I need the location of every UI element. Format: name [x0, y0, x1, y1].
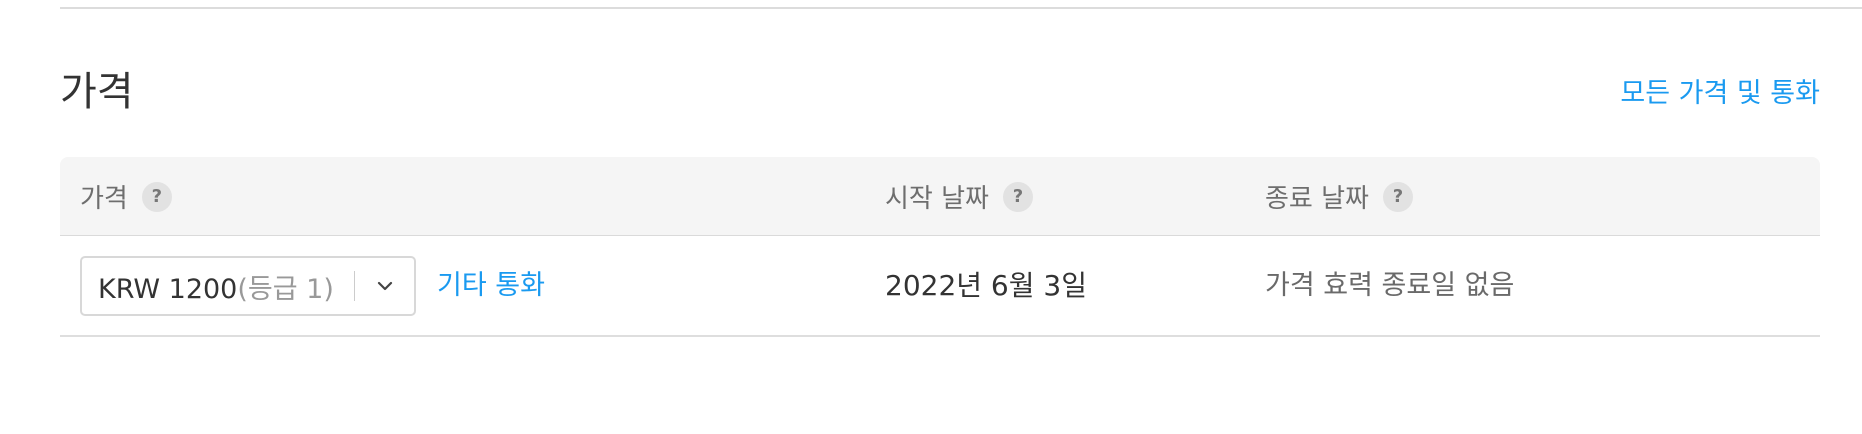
price-select-value: KRW 1200(등급 1) — [82, 267, 354, 306]
start-date-value: 2022년 6월 3일 — [885, 269, 1087, 302]
column-header-price-label: 가격 — [80, 184, 128, 214]
all-prices-and-currencies-link[interactable]: 모든 가격 및 통화 — [1620, 74, 1820, 114]
pricing-page: 가격 모든 가격 및 통화 가격 ? 시작 날짜 ? 종료 날짜 ? KRW 1… — [0, 0, 1862, 434]
column-header-price: 가격 ? — [80, 157, 172, 236]
column-header-start-date: 시작 날짜 ? — [885, 157, 1033, 236]
column-header-start-date-label: 시작 날짜 — [885, 184, 989, 214]
column-header-end-date: 종료 날짜 ? — [1265, 157, 1413, 236]
price-tier: (등급 1) — [237, 273, 334, 305]
end-date-value: 가격 효력 종료일 없음 — [1265, 270, 1515, 301]
section-title: 가격 — [60, 69, 134, 115]
price-select[interactable]: KRW 1200(등급 1) — [80, 256, 416, 316]
table-row: KRW 1200(등급 1) 기타 통화 2022년 6월 3일 가격 효력 종… — [60, 236, 1820, 337]
price-schedule-table: 가격 ? 시작 날짜 ? 종료 날짜 ? KRW 1200(등급 1) 기타 통… — [60, 157, 1820, 337]
top-divider — [60, 7, 1862, 9]
chevron-down-icon[interactable] — [355, 281, 414, 291]
other-currency-link[interactable]: 기타 통화 — [437, 266, 545, 306]
table-header: 가격 ? 시작 날짜 ? 종료 날짜 ? — [60, 157, 1820, 236]
help-icon[interactable]: ? — [1382, 181, 1413, 212]
help-icon[interactable]: ? — [1002, 181, 1033, 212]
price-value: KRW 1200 — [98, 273, 238, 305]
column-header-end-date-label: 종료 날짜 — [1265, 184, 1369, 214]
help-icon[interactable]: ? — [141, 181, 172, 212]
